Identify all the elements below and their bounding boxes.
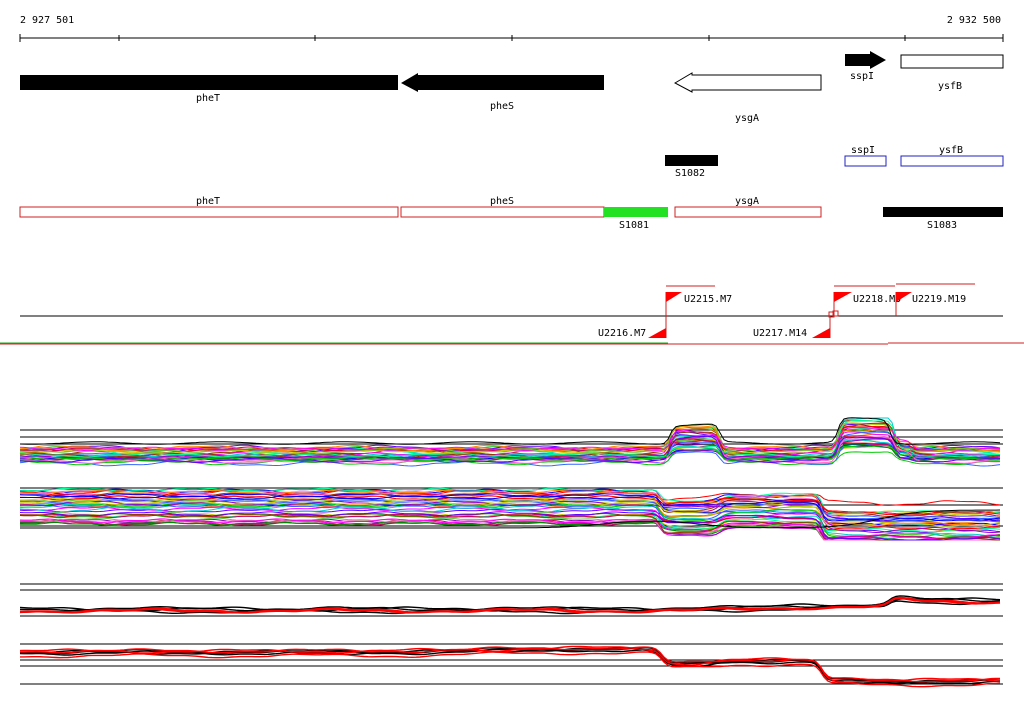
coordinate-end-label: 2 932 500 bbox=[947, 15, 1001, 26]
coordinate-start-label: 2 927 501 bbox=[20, 15, 74, 26]
feature-s1081[interactable] bbox=[604, 207, 668, 217]
upshift-marker-u2216[interactable]: U2216.M7 bbox=[598, 316, 667, 339]
gene-label-phes: pheS bbox=[490, 101, 514, 112]
feature-label-s1083: S1083 bbox=[927, 220, 957, 231]
expression-summary-reverse bbox=[19, 643, 1003, 688]
upshift-label-u2216: U2216.M7 bbox=[598, 328, 646, 339]
upshift-label-u2218: U2218.M5 bbox=[853, 294, 901, 305]
gene-arrow-sspi[interactable] bbox=[845, 51, 886, 69]
upshift-marker-u2219[interactable]: U2219.M19 bbox=[895, 283, 975, 316]
transcript-label-sspi: sspI bbox=[851, 145, 875, 156]
genome-browser-view: 2 927 501 2 932 500 pheT pheS ysgA sspI … bbox=[0, 15, 1024, 688]
feature-label-s1081: S1081 bbox=[619, 220, 649, 231]
upshift-marker-u2217[interactable]: U2217.M14 bbox=[753, 316, 831, 339]
gene-box-ysfb[interactable] bbox=[900, 54, 1004, 69]
transcript-box-sspi[interactable] bbox=[844, 155, 887, 167]
upshift-marker-u2215[interactable]: U2215.M7 bbox=[665, 285, 732, 316]
feature-s1083[interactable] bbox=[883, 207, 1003, 217]
gene-label-phet: pheT bbox=[196, 93, 220, 104]
operon-label-phet: pheT bbox=[196, 196, 220, 207]
operon-track: pheT pheS S1081 ysgA S1083 bbox=[19, 196, 1003, 231]
operon-box-ysga[interactable] bbox=[674, 206, 822, 218]
transcript-track: S1082 sspI ysfB bbox=[665, 145, 1004, 179]
feature-label-s1082: S1082 bbox=[675, 168, 705, 179]
gene-label-ysfb: ysfB bbox=[938, 81, 962, 92]
operon-box-phes[interactable] bbox=[400, 206, 605, 218]
gene-arrow-ysga[interactable] bbox=[673, 72, 822, 93]
transcript-label-ysfb: ysfB bbox=[939, 145, 963, 156]
gene-label-ysga: ysgA bbox=[735, 113, 759, 124]
upshift-marker-u2218[interactable]: U2218.M5 bbox=[828, 285, 901, 318]
gene-arrow-phes[interactable] bbox=[401, 73, 604, 92]
expression-summary-forward bbox=[19, 583, 1003, 617]
feature-s1082[interactable] bbox=[665, 155, 718, 166]
upshift-label-u2219: U2219.M19 bbox=[912, 294, 966, 305]
transcript-box-ysfb[interactable] bbox=[900, 155, 1004, 167]
expression-panel-reverse bbox=[19, 487, 1003, 541]
gene-track: pheT pheS ysgA sspI ysfB bbox=[20, 51, 1004, 124]
operon-label-ysga: ysgA bbox=[735, 196, 759, 207]
operon-label-phes: pheS bbox=[490, 196, 514, 207]
upshift-label-u2215: U2215.M7 bbox=[684, 294, 732, 305]
upshift-label-u2217: U2217.M14 bbox=[753, 328, 807, 339]
gene-label-sspi: sspI bbox=[850, 71, 874, 82]
expression-panel-forward bbox=[19, 417, 1003, 467]
upshift-track: U2215.M7 U2216.M7 U2217.M14 U2218.M5 U22… bbox=[0, 283, 1024, 345]
operon-box-phet[interactable] bbox=[19, 206, 399, 218]
genome-axis bbox=[19, 34, 1004, 42]
gene-arrow-phet[interactable] bbox=[20, 75, 398, 90]
